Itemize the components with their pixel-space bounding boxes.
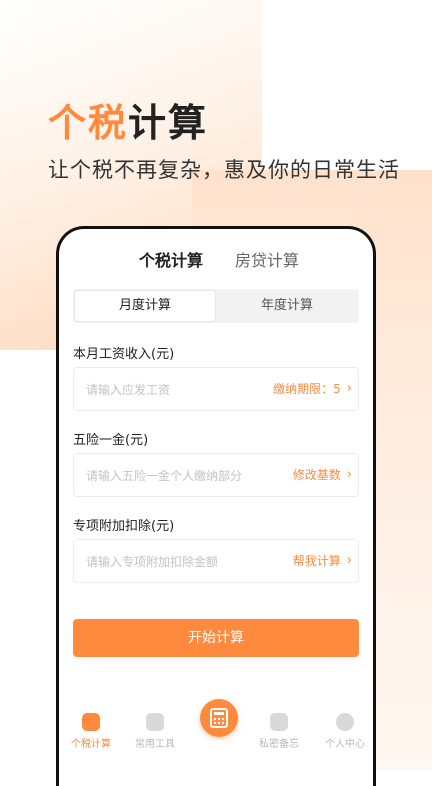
nav-calculator[interactable] xyxy=(200,699,238,737)
tab-mortgage-calc[interactable]: 房贷计算 xyxy=(235,247,299,271)
salary-label: 本月工资收入(元) xyxy=(73,347,175,362)
segment-yearly[interactable]: 年度计算 xyxy=(217,291,357,321)
tax-calc-icon xyxy=(82,713,100,731)
segment-monthly[interactable]: 月度计算 xyxy=(75,291,215,321)
modify-base-button[interactable]: 修改基数 › xyxy=(293,466,352,483)
nav-tax-calc[interactable]: 个税计算 xyxy=(61,713,121,750)
tools-grid-icon xyxy=(146,713,164,731)
salary-placeholder: 请输入应发工资 xyxy=(86,383,171,397)
nav-tools-label: 常用工具 xyxy=(135,739,175,750)
nav-tools[interactable]: 常用工具 xyxy=(125,713,185,750)
calc-tabs: 个税计算 房贷计算 xyxy=(59,247,373,294)
insurance-placeholder: 请输入五险一金个人缴纳部分 xyxy=(86,469,243,483)
calculator-icon xyxy=(210,708,228,728)
chevron-right-icon: › xyxy=(346,381,352,396)
chevron-right-icon: › xyxy=(346,467,352,482)
memo-icon xyxy=(270,713,288,731)
help-calc-label: 帮我计算 xyxy=(292,554,341,568)
period-segment: 月度计算 年度计算 xyxy=(73,289,359,323)
help-calc-button[interactable]: 帮我计算 › xyxy=(293,552,352,569)
hero-title-rest: 计算 xyxy=(128,101,209,145)
bottom-nav: 个税计算 常用工具 私密备忘 个人中心 xyxy=(59,699,373,773)
nav-profile-label: 个人中心 xyxy=(325,739,365,750)
deduction-placeholder: 请输入专项附加扣除金额 xyxy=(86,555,219,569)
tab-tax-calc[interactable]: 个税计算 xyxy=(139,247,203,271)
modify-base-label: 修改基数 xyxy=(292,468,341,482)
payment-period-selector[interactable]: 缴纳期限：5 › xyxy=(273,380,352,397)
hero-title-accent: 个税 xyxy=(48,101,129,145)
insurance-input[interactable]: 请输入五险一金个人缴纳部分 修改基数 › xyxy=(73,453,359,497)
user-icon xyxy=(336,713,354,731)
hero-subtitle: 让个税不再复杂，惠及你的日常生活 xyxy=(48,158,400,182)
chevron-right-icon: › xyxy=(346,553,352,568)
insurance-label: 五险一金(元) xyxy=(73,433,149,448)
start-calc-button[interactable]: 开始计算 xyxy=(73,619,359,657)
phone-frame: 个税计算 房贷计算 月度计算 年度计算 本月工资收入(元) 请输入应发工资 缴纳… xyxy=(56,226,376,786)
nav-memo-label: 私密备忘 xyxy=(259,739,299,750)
deduction-label: 专项附加扣除(元) xyxy=(73,519,175,534)
nav-profile[interactable]: 个人中心 xyxy=(315,713,373,750)
deduction-input[interactable]: 请输入专项附加扣除金额 帮我计算 › xyxy=(73,539,359,583)
nav-tax-calc-label: 个税计算 xyxy=(71,739,111,750)
hero-title: 个税计算 xyxy=(48,92,208,147)
salary-input[interactable]: 请输入应发工资 缴纳期限：5 › xyxy=(73,367,359,411)
payment-period-label: 缴纳期限：5 xyxy=(273,382,341,396)
nav-memo[interactable]: 私密备忘 xyxy=(249,713,309,750)
